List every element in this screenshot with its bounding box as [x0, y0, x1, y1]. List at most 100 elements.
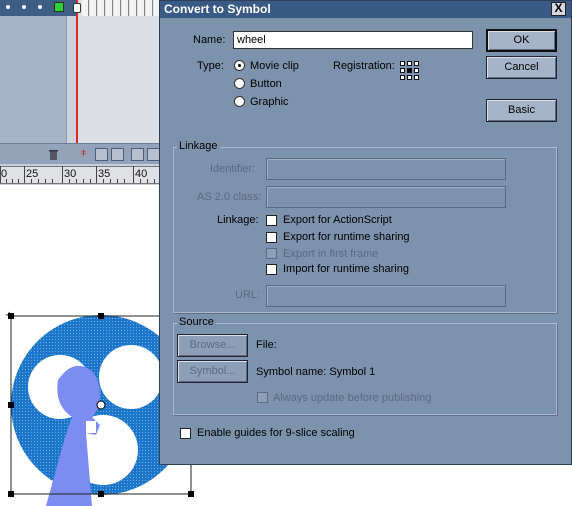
- ruler-tick: [110, 179, 111, 183]
- graphic-radio[interactable]: [234, 96, 245, 107]
- frame-cell[interactable]: [106, 0, 113, 16]
- name-input[interactable]: [233, 31, 473, 49]
- ruler-label: 35: [98, 168, 111, 180]
- movie-clip-label[interactable]: Movie clip: [250, 60, 299, 72]
- url-label: URL:: [235, 289, 261, 301]
- export-first-frame-checkbox: [266, 248, 277, 259]
- reg-point[interactable]: [400, 68, 405, 73]
- import-runtime-sharing-label[interactable]: Import for runtime sharing: [283, 263, 409, 275]
- nine-slice-checkbox[interactable]: [180, 428, 191, 439]
- convert-to-symbol-dialog: Convert to Symbol X Name: Type: Movie cl…: [159, 0, 572, 465]
- ruler-tick: [0, 166, 1, 183]
- reg-point[interactable]: [400, 61, 405, 66]
- ruler-tick: [117, 179, 118, 183]
- ruler-tick: [62, 166, 63, 183]
- ruler-tick: [76, 179, 77, 183]
- nine-slice-label[interactable]: Enable guides for 9-slice scaling: [197, 427, 355, 439]
- outline-toggle-icon[interactable]: [38, 5, 42, 9]
- ruler-tick: [12, 179, 13, 183]
- lock-toggle-icon[interactable]: [22, 5, 26, 9]
- ruler-tick: [90, 179, 91, 183]
- ruler-label: 40: [135, 168, 148, 180]
- reg-point[interactable]: [407, 61, 412, 66]
- reg-point[interactable]: [407, 75, 412, 80]
- export-runtime-sharing-label[interactable]: Export for runtime sharing: [283, 231, 410, 243]
- ruler-tick: [147, 179, 148, 183]
- graphic-label[interactable]: Graphic: [250, 96, 289, 108]
- edit-frames-icon[interactable]: [131, 148, 144, 161]
- always-update-checkbox: [257, 392, 268, 403]
- basic-button[interactable]: Basic: [486, 99, 557, 122]
- onion-outline-icon[interactable]: [111, 148, 124, 161]
- reg-point[interactable]: [414, 75, 419, 80]
- wheel-hole: [99, 345, 163, 409]
- reg-point-selected[interactable]: [407, 68, 412, 73]
- ruler-tick: [31, 179, 32, 183]
- playhead-handle[interactable]: [73, 3, 81, 13]
- ruler-tick: [24, 166, 25, 183]
- ruler-tick: [45, 179, 46, 183]
- timeline-panel: ǂ: [0, 0, 161, 164]
- registration-label: Registration:: [333, 60, 395, 72]
- center-frame-icon[interactable]: ǂ: [77, 148, 90, 161]
- as2-class-label: AS 2.0 class:: [197, 191, 262, 203]
- onion-skin-icon[interactable]: [95, 148, 108, 161]
- registration-point: [96, 400, 106, 410]
- figure-cutout: [86, 421, 96, 433]
- export-runtime-sharing-checkbox[interactable]: [266, 232, 277, 243]
- import-runtime-sharing-checkbox[interactable]: [266, 264, 277, 275]
- ruler-label: 30: [64, 168, 77, 180]
- ruler-tick: [103, 179, 104, 183]
- horizontal-ruler: 0 25 30 35 40: [0, 166, 160, 184]
- frame-cell[interactable]: [146, 0, 153, 16]
- playhead-line: [76, 0, 78, 150]
- cancel-button[interactable]: Cancel: [486, 56, 557, 79]
- ruler-tick: [96, 166, 97, 183]
- timeline-scrollbar[interactable]: [66, 16, 76, 143]
- browse-button: Browse...: [177, 334, 248, 357]
- eye-toggle-icon[interactable]: [6, 5, 10, 9]
- always-update-label: Always update before publishing: [273, 392, 432, 404]
- reg-point[interactable]: [400, 75, 405, 80]
- source-group-label: Source: [177, 316, 216, 328]
- frame-cell[interactable]: [98, 0, 105, 16]
- frame-cell[interactable]: [122, 0, 129, 16]
- ruler-tick: [124, 179, 125, 183]
- linkage-label: Linkage:: [217, 214, 259, 226]
- frame-cell[interactable]: [130, 0, 137, 16]
- crosshair-icon: +: [5, 310, 13, 321]
- ruler-label: 25: [26, 168, 39, 180]
- button-type-label[interactable]: Button: [250, 78, 282, 90]
- dialog-title: Convert to Symbol: [164, 2, 271, 16]
- identifier-label: Identifier:: [210, 163, 256, 175]
- type-label: Type:: [197, 60, 224, 72]
- ruler-tick: [38, 179, 39, 183]
- export-actionscript-label[interactable]: Export for ActionScript: [283, 214, 392, 226]
- frame-cell[interactable]: [138, 0, 145, 16]
- ok-button[interactable]: OK: [486, 29, 557, 52]
- registration-grid[interactable]: [400, 61, 419, 80]
- ruler-tick: [52, 179, 53, 183]
- linkage-group-label: Linkage: [177, 140, 220, 152]
- frame-cell[interactable]: [82, 0, 89, 16]
- dialog-titlebar[interactable]: Convert to Symbol X: [160, 1, 571, 18]
- movie-clip-radio[interactable]: [234, 60, 245, 71]
- symbol-name-text: Symbol name: Symbol 1: [256, 366, 376, 378]
- ruler-tick: [83, 179, 84, 183]
- reg-point[interactable]: [414, 68, 419, 73]
- reg-point[interactable]: [414, 61, 419, 66]
- export-actionscript-checkbox[interactable]: [266, 215, 277, 226]
- ruler-tick: [6, 179, 7, 183]
- symbol-button: Symbol...: [177, 360, 248, 383]
- close-button[interactable]: X: [551, 2, 566, 16]
- trash-icon[interactable]: [47, 148, 60, 161]
- export-first-frame-label: Export in first frame: [283, 248, 379, 260]
- url-field: [266, 285, 506, 307]
- layer-color-swatch[interactable]: [54, 2, 64, 12]
- ruler-tick: [140, 179, 141, 183]
- frames-area[interactable]: [78, 0, 161, 143]
- frame-cell[interactable]: [90, 0, 97, 16]
- ruler-tick: [18, 179, 19, 183]
- frame-cell[interactable]: [114, 0, 121, 16]
- button-radio[interactable]: [234, 78, 245, 89]
